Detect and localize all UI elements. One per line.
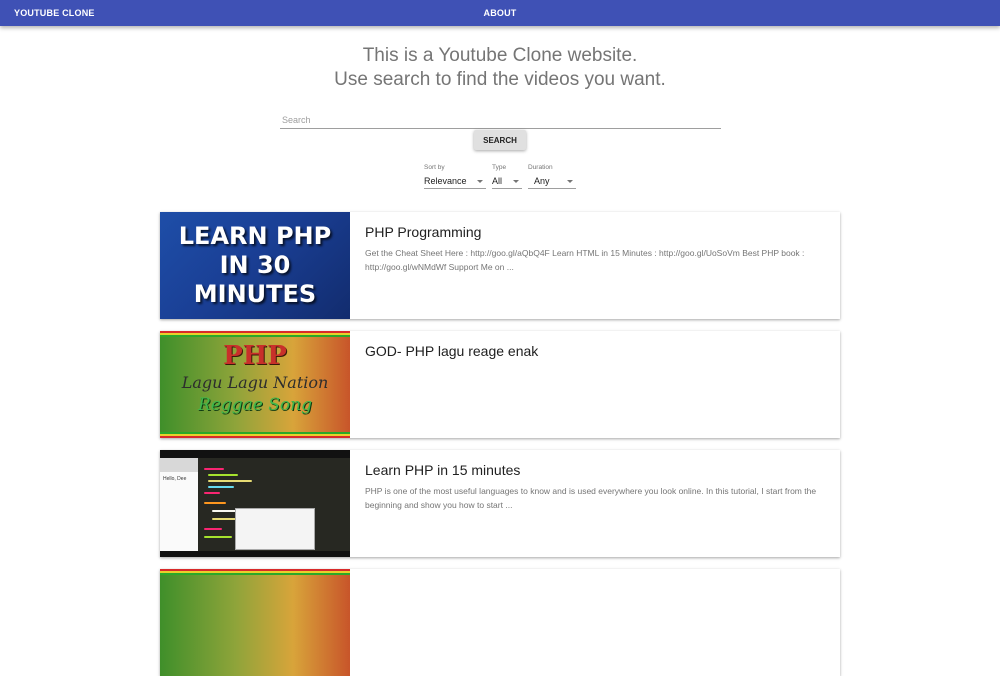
thumbnail-text: PHP — [223, 341, 287, 371]
search-field — [280, 110, 725, 129]
video-thumbnail[interactable]: Hello, Dee — [160, 450, 350, 557]
video-card[interactable]: PHP Lagu Lagu Nation Reggae Song GOD- PH… — [160, 331, 840, 438]
nav-about-link[interactable]: ABOUT — [484, 8, 517, 18]
video-title[interactable]: Learn PHP in 15 minutes — [365, 462, 520, 478]
thumbnail-text: Hello, Dee — [163, 476, 187, 482]
sort-select[interactable]: Relevance — [424, 174, 486, 189]
type-value: All — [492, 176, 503, 186]
video-card[interactable]: Hello, Dee Learn PHP in 15 minutes PHP i… — [160, 450, 840, 557]
thumbnail-text: Reggae Song — [198, 395, 312, 415]
sort-value: Relevance — [424, 176, 467, 186]
video-title[interactable]: GOD- PHP lagu reage enak — [365, 343, 538, 359]
chevron-down-icon — [477, 180, 483, 183]
search-button[interactable]: SEARCH — [474, 130, 526, 150]
video-card[interactable]: LEARN PHP IN 30 MINUTES PHP Programming … — [160, 212, 840, 319]
type-label: Type — [492, 164, 507, 171]
thumbnail-autocomplete — [235, 508, 315, 550]
type-select[interactable]: All — [492, 174, 522, 189]
duration-select[interactable]: Any — [528, 174, 576, 189]
hero-text: This is a Youtube Clone website. Use sea… — [0, 44, 1000, 92]
sort-label: Sort by — [424, 164, 445, 171]
thumbnail-text: Lagu Lagu Nation — [181, 373, 329, 392]
video-thumbnail[interactable] — [160, 569, 350, 676]
thumb-line: IN 30 — [219, 251, 291, 279]
nav-about-wrapper: ABOUT — [0, 8, 1000, 18]
type-filter: Type All — [492, 164, 522, 189]
duration-value: Any — [534, 176, 550, 186]
chevron-down-icon — [513, 180, 519, 183]
sort-filter: Sort by Relevance — [424, 164, 486, 189]
hero-line-1: This is a Youtube Clone website. — [362, 45, 638, 66]
search-input[interactable] — [280, 111, 725, 129]
hero-line-2: Use search to find the videos you want. — [334, 69, 666, 90]
chevron-down-icon — [567, 180, 573, 183]
video-title[interactable]: PHP Programming — [365, 224, 481, 240]
video-thumbnail[interactable]: LEARN PHP IN 30 MINUTES — [160, 212, 350, 319]
video-description: Get the Cheat Sheet Here : http://goo.gl… — [365, 248, 805, 272]
duration-filter: Duration Any — [528, 164, 576, 189]
video-card[interactable] — [160, 569, 840, 676]
video-thumbnail[interactable]: PHP Lagu Lagu Nation Reggae Song — [160, 331, 350, 438]
video-description: PHP is one of the most useful languages … — [365, 486, 817, 510]
app-bar: YOUTUBE CLONE ABOUT — [0, 0, 1000, 26]
thumb-line: LEARN PHP — [178, 222, 332, 250]
duration-label: Duration — [528, 164, 553, 171]
thumbnail-text: LEARN PHP IN 30 MINUTES — [160, 222, 350, 309]
thumb-line: MINUTES — [193, 280, 317, 308]
